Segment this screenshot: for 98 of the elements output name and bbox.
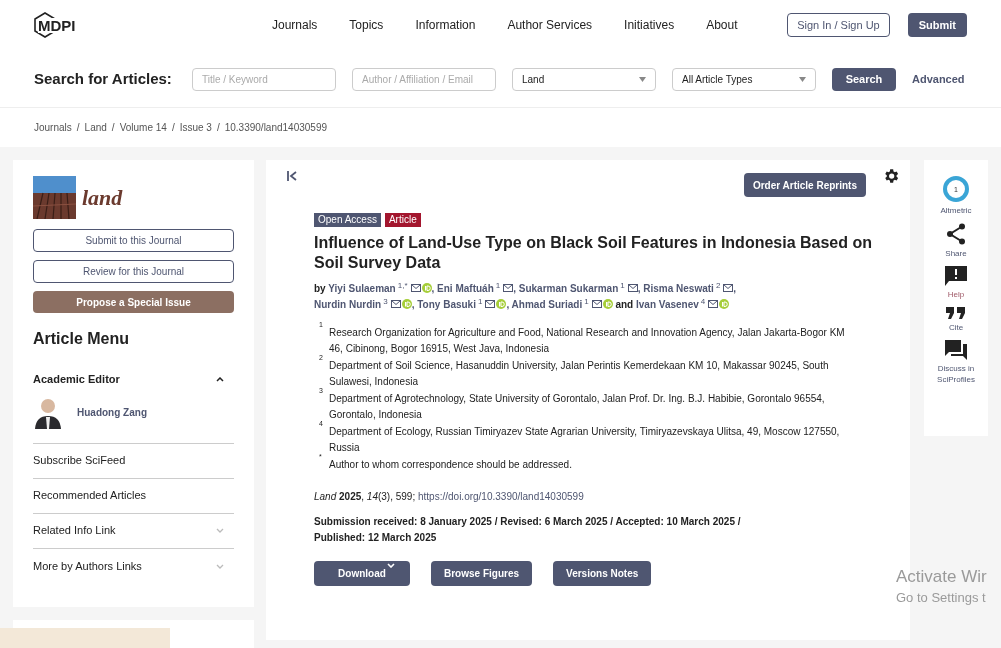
article-badge: Article <box>384 213 421 227</box>
author-connector: , <box>431 283 435 294</box>
author-connector: and <box>615 299 634 310</box>
breadcrumb-separator: / <box>216 121 220 135</box>
caret-icon <box>639 76 646 82</box>
submit-button[interactable]: Submit <box>907 13 967 37</box>
affiliation-mark: 3 <box>383 297 388 306</box>
nav-link[interactable]: Journals <box>272 16 318 34</box>
email-icon[interactable] <box>708 300 719 308</box>
advanced-search-link[interactable]: Advanced <box>912 70 965 88</box>
feedback-icon[interactable] <box>945 266 967 286</box>
journal-name: land <box>82 184 123 212</box>
email-icon[interactable] <box>627 284 638 292</box>
affiliation-mark: 1 <box>584 297 589 306</box>
affiliation-text: Department of Soil Science, Hasanuddin University, Jalan Perintis Kemerdekaan KM 10, Makassar 90245, South Sulawesi, Indonesia <box>329 359 830 389</box>
publication-dates: Submission received: 8 January 2025 / Revised: 6 March 2025 / Accepted: 10 March 2025 / Published: 12 March 2025 <box>314 515 742 545</box>
activation-notice-title: Activate Wir <box>896 566 987 588</box>
sidebar-menu-item[interactable]: Recommended Articles <box>33 487 147 504</box>
action-button[interactable]: Download <box>314 561 410 586</box>
share-icon[interactable] <box>946 223 966 245</box>
search-field[interactable]: Author / Affiliation / Email <box>352 67 496 91</box>
nav-link[interactable]: Information <box>415 16 476 34</box>
search-button[interactable]: Search <box>832 67 896 91</box>
dropdown[interactable]: Land <box>512 67 656 91</box>
author-name[interactable]: Yiyi Sulaeman <box>328 283 396 294</box>
article-menu-title: Article Menu <box>33 329 130 349</box>
search-field[interactable]: Title / Keyword <box>192 67 336 91</box>
author-name[interactable]: Risma Neswati <box>643 283 714 294</box>
sidebar-menu-item[interactable]: Subscribe SciFeed <box>33 452 126 469</box>
author-connector: , <box>411 299 415 310</box>
affiliation-text: Department of Agrotechnology, State University of Gorontalo, Jalan Prof. Dr. Ing. B.J. Habibie, Gorontalo 96554, Gorontalo, Indonesia <box>329 392 826 422</box>
email-icon[interactable] <box>390 300 401 308</box>
citation-text: Land 2025, 14(3), 599; https://doi.org/10.3390/land14030599 <box>314 490 585 504</box>
affiliation-mark: 1,* <box>397 281 408 290</box>
author-name[interactable]: Ivan Vasenev <box>636 299 699 310</box>
sidebar-button[interactable]: Review for this Journal <box>33 260 234 283</box>
caret-icon[interactable] <box>216 376 224 382</box>
quote-icon[interactable] <box>946 307 966 319</box>
tool-label[interactable]: Cite <box>948 322 964 333</box>
breadcrumb-link[interactable]: Issue 3 <box>179 120 212 135</box>
tool-label[interactable]: Help <box>947 289 965 300</box>
affiliation-mark: 2 <box>715 281 721 290</box>
author-name[interactable]: Tony Basuki <box>417 299 476 310</box>
breadcrumb-link[interactable]: Volume 14 <box>119 120 167 135</box>
email-icon[interactable] <box>485 300 496 308</box>
article-badge: Open Access <box>314 213 381 227</box>
sidebar-button[interactable]: Propose a Special Issue <box>33 291 234 313</box>
author-connector: , <box>506 299 510 310</box>
email-icon[interactable] <box>723 284 734 292</box>
author-name[interactable]: Sukarman Sukarman <box>518 283 619 294</box>
affiliation-mark: 1 <box>477 297 483 306</box>
dropdown[interactable]: All Article Types <box>672 67 816 91</box>
breadcrumb-link[interactable]: 10.3390/land14030599 <box>224 120 328 135</box>
affiliation-text: Author to whom correspondence should be addressed. <box>329 458 572 472</box>
activation-notice-subtitle: Go to Settings t <box>896 589 987 607</box>
author-connector: , <box>513 283 516 294</box>
affiliation-text: Department of Ecology, Russian Timiryazev State Agrarian University, Timiryazevskaya Ulitsa, 49, Moscow 127550, Russia <box>329 425 841 455</box>
section-heading: Academic Editor <box>33 372 120 387</box>
author-connector: , <box>733 283 737 294</box>
chat-icon[interactable] <box>945 340 967 360</box>
breadcrumb-separator: / <box>111 121 115 135</box>
author-connector: by <box>314 283 326 294</box>
email-icon[interactable] <box>503 284 514 292</box>
email-icon[interactable] <box>591 300 602 308</box>
doi-link[interactable]: https://doi.org/10.3390/land14030599 <box>418 491 584 502</box>
affiliation-text: Research Organization for Agriculture and Food, National Research and Innovation Agency, Jalan Jakarta-Bogor KM 46, Cibinong, Bogor 16915, West Java, Indonesia <box>329 326 846 356</box>
tool-label[interactable]: Share <box>945 248 967 259</box>
action-button[interactable]: Versions Notes <box>553 561 652 586</box>
author-name[interactable]: Ahmad Suriadi <box>511 299 583 310</box>
tool-label[interactable]: Discuss in SciProfiles <box>934 363 978 385</box>
sidebar-menu-item[interactable]: Related Info Link <box>33 522 116 539</box>
article-title: Influence of Land-Use Type on Black Soil Features in Indonesia Based on Soil Survey Data <box>314 233 874 273</box>
breadcrumb-separator: / <box>171 121 175 135</box>
editor-name[interactable]: Huadong Zang <box>77 404 147 420</box>
author-connector: , <box>637 283 641 294</box>
affiliation-mark: 1 <box>620 281 625 290</box>
nav-link[interactable]: Topics <box>349 16 384 34</box>
breadcrumb-link[interactable]: Land <box>84 120 107 135</box>
sidebar-menu-item[interactable]: More by Authors Links <box>33 557 142 575</box>
breadcrumb-link[interactable]: Journals <box>34 120 72 135</box>
affiliation-mark: 4 <box>700 297 706 306</box>
caret-icon <box>799 76 806 82</box>
sidebar-button[interactable]: Submit to this Journal <box>33 229 234 252</box>
collapse-icon[interactable] <box>286 170 298 182</box>
search-label: Search for Articles: <box>34 68 173 89</box>
sign-in-button[interactable]: Sign In / Sign Up <box>787 13 890 37</box>
site-logo[interactable]: MDPI <box>38 17 76 33</box>
order-reprints-button[interactable]: Order Article Reprints <box>743 173 866 197</box>
nav-link[interactable]: Initiatives <box>624 16 675 34</box>
affiliation-mark: 1 <box>495 281 501 290</box>
author-name[interactable]: Eni Maftuáh <box>437 283 494 294</box>
email-icon[interactable] <box>410 284 421 292</box>
tool-label[interactable]: Altmetric <box>940 205 972 216</box>
action-button[interactable]: Browse Figures <box>431 561 533 586</box>
nav-link[interactable]: Author Services <box>507 16 593 34</box>
author-name[interactable]: Nurdin Nurdin <box>314 299 382 310</box>
nav-link[interactable]: About <box>706 16 738 34</box>
breadcrumb-separator: / <box>76 121 80 135</box>
